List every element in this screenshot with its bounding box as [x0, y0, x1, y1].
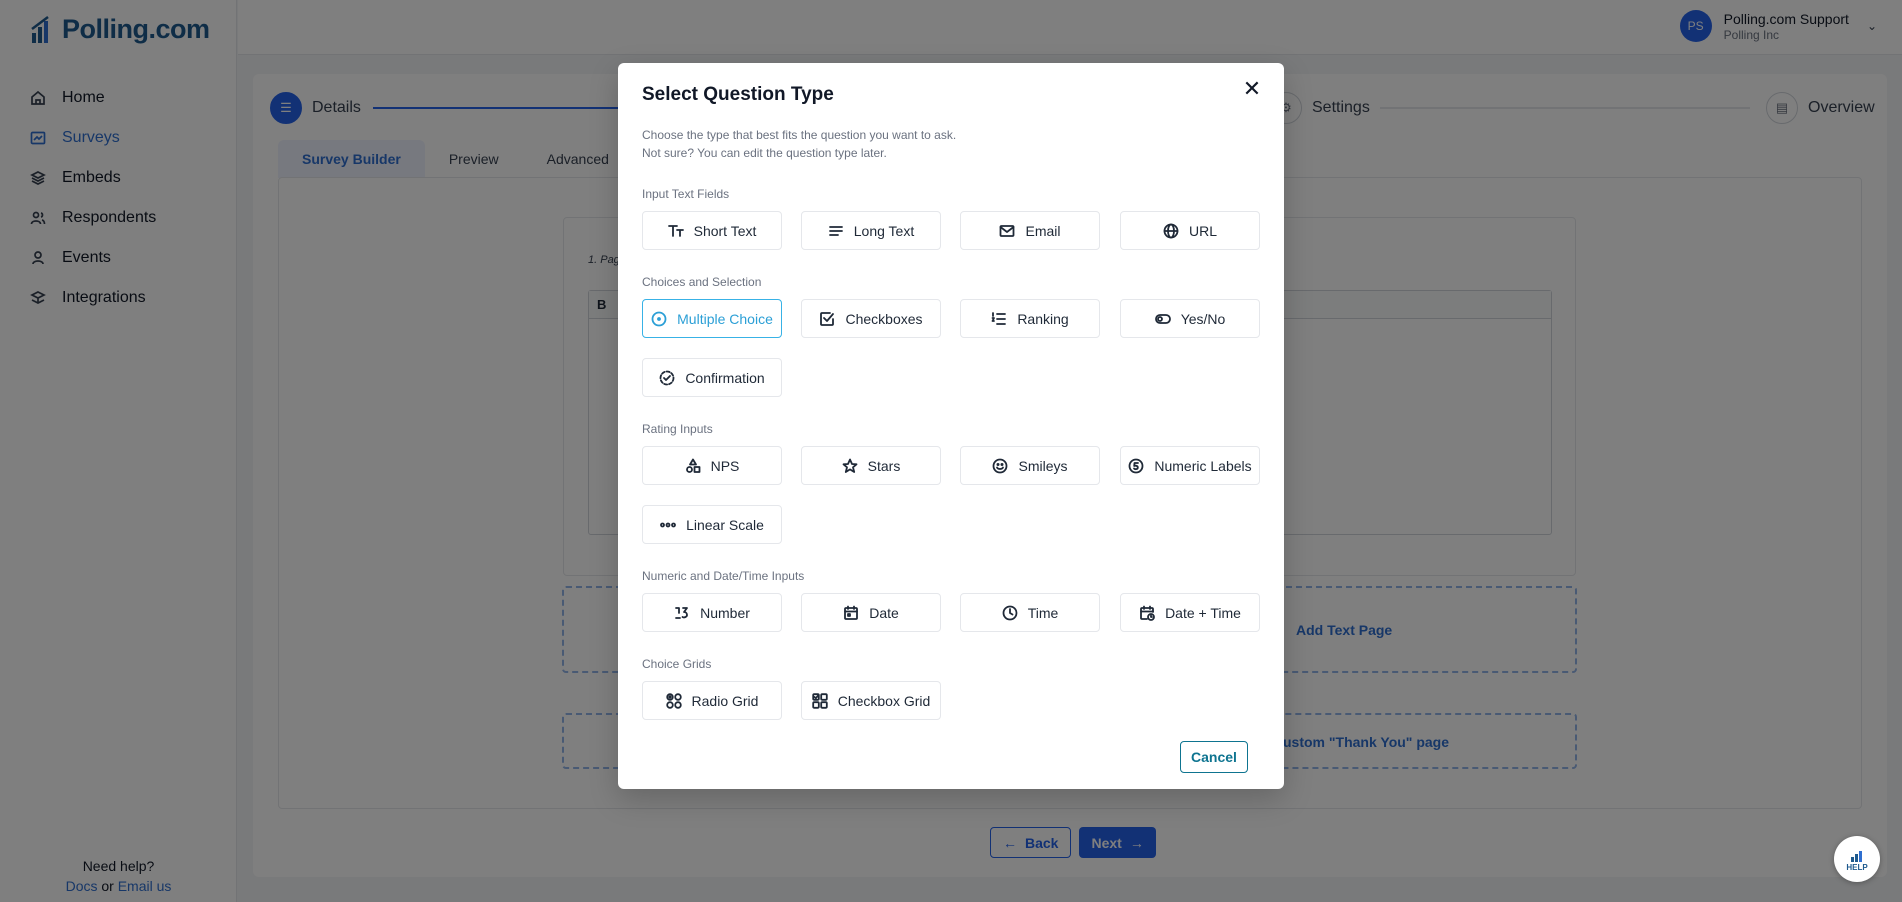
section-label-input-text: Input Text Fields [642, 187, 730, 201]
help-label: HELP [1846, 862, 1868, 872]
option-confirmation[interactable]: Confirmation [642, 358, 782, 397]
option-label: Yes/No [1180, 310, 1226, 327]
option-ranking[interactable]: Ranking [960, 299, 1100, 338]
radio-circle-icon [651, 311, 667, 327]
text-type-icon [667, 223, 684, 239]
option-checkbox-grid[interactable]: Checkbox Grid [801, 681, 941, 720]
checkbox-icon [819, 311, 835, 327]
modal-desc-line1: Choose the type that best fits the quest… [642, 128, 957, 142]
option-url[interactable]: URL [1120, 211, 1260, 250]
option-email[interactable]: Email [960, 211, 1100, 250]
section-label-grids: Choice Grids [642, 657, 712, 671]
option-label: Date + Time [1165, 604, 1241, 621]
checkbox-grid-icon [812, 692, 828, 709]
option-multiple-choice[interactable]: Multiple Choice [642, 299, 782, 338]
dots-scale-icon [660, 517, 676, 533]
modal-title: Select Question Type [642, 84, 834, 105]
option-label: Ranking [1017, 310, 1069, 327]
align-left-icon [828, 223, 844, 239]
option-checkboxes[interactable]: Checkboxes [801, 299, 941, 338]
modal-desc-line2: Not sure? You can edit the question type… [642, 146, 887, 160]
option-time[interactable]: Time [960, 593, 1100, 632]
option-label: Linear Scale [686, 516, 764, 533]
option-smileys[interactable]: Smileys [960, 446, 1100, 485]
list-ordered-icon [991, 311, 1007, 327]
circle-number-icon [1128, 458, 1144, 474]
option-yes-no[interactable]: Yes/No [1120, 299, 1260, 338]
option-label: Time [1027, 604, 1059, 621]
option-radio-grid[interactable]: Radio Grid [642, 681, 782, 720]
select-question-type-modal: Select Question Type ✕ Choose the type t… [618, 63, 1284, 789]
toggle-icon [1154, 311, 1171, 327]
option-label: Smileys [1018, 457, 1068, 474]
option-numeric-labels[interactable]: Numeric Labels [1120, 446, 1260, 485]
help-button[interactable]: HELP [1834, 836, 1880, 882]
option-label: Date [869, 604, 899, 621]
option-short-text[interactable]: Short Text [642, 211, 782, 250]
option-label: Confirmation [685, 369, 765, 386]
smiley-icon [992, 458, 1008, 474]
option-linear-scale[interactable]: Linear Scale [642, 505, 782, 544]
option-label: Multiple Choice [677, 310, 773, 327]
option-date-time[interactable]: Date + Time [1120, 593, 1260, 632]
section-label-rating: Rating Inputs [642, 422, 713, 436]
option-label: Stars [867, 457, 901, 474]
option-label: Radio Grid [691, 692, 759, 709]
option-label: Checkbox Grid [837, 692, 931, 709]
section-label-choices: Choices and Selection [642, 275, 762, 289]
number-icon [674, 605, 690, 621]
option-label: Checkboxes [845, 310, 923, 327]
mail-icon [999, 223, 1015, 239]
option-label: Email [1025, 222, 1061, 239]
cancel-button[interactable]: Cancel [1180, 741, 1248, 773]
close-icon[interactable]: ✕ [1240, 76, 1264, 101]
shapes-icon [685, 458, 701, 474]
option-stars[interactable]: Stars [801, 446, 941, 485]
option-label: Long Text [853, 222, 915, 239]
option-label: URL [1188, 222, 1217, 239]
option-nps[interactable]: NPS [642, 446, 782, 485]
radio-grid-icon [665, 692, 682, 709]
modal-description: Choose the type that best fits the quest… [642, 126, 956, 162]
option-label: Short Text [693, 222, 757, 239]
option-date[interactable]: Date [801, 593, 941, 632]
option-long-text[interactable]: Long Text [801, 211, 941, 250]
star-icon [842, 458, 858, 474]
option-number[interactable]: Number [642, 593, 782, 632]
section-label-numeric: Numeric and Date/Time Inputs [642, 569, 805, 583]
option-label: Number [700, 604, 750, 621]
calendar-icon [843, 605, 859, 621]
globe-icon [1163, 223, 1179, 239]
option-label: Numeric Labels [1154, 457, 1252, 474]
option-label: NPS [710, 457, 740, 474]
calendar-clock-icon [1139, 605, 1155, 621]
help-logo-icon [1851, 850, 1862, 862]
clock-icon [1002, 605, 1018, 621]
circle-check-dashed-icon [659, 370, 675, 386]
